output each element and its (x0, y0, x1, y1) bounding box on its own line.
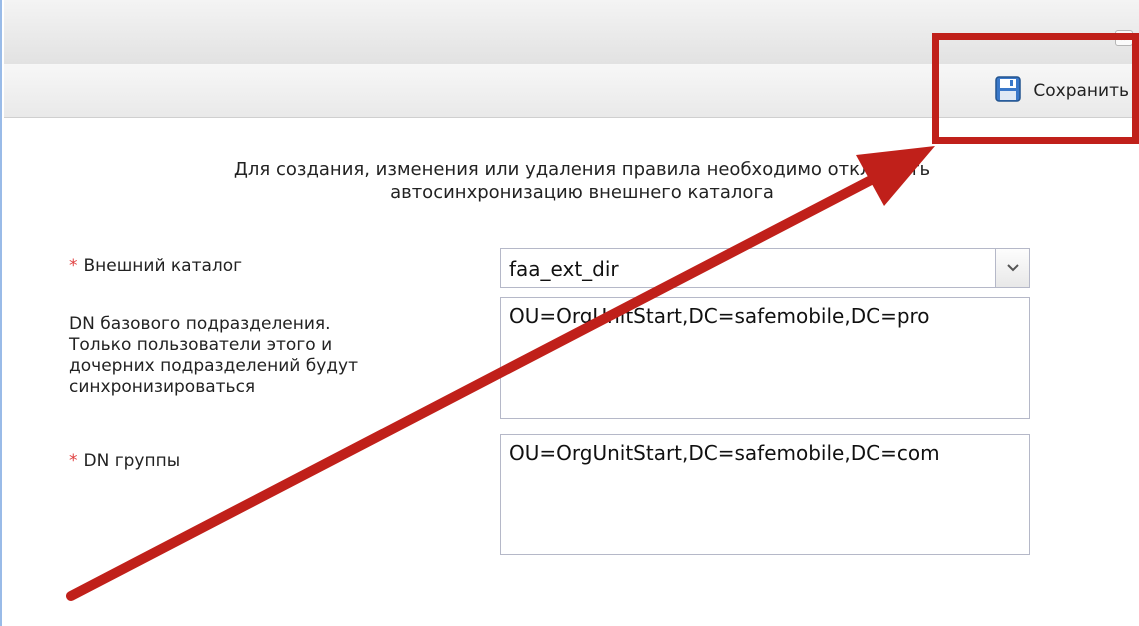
required-marker: * (69, 256, 78, 276)
group-dn-label: * DN группы (69, 451, 180, 472)
save-button[interactable]: Сохранить (995, 75, 1129, 107)
base-dn-label: DN базового подразделения. Только пользо… (69, 314, 358, 398)
base-dn-label-line-4: синхронизироваться (69, 377, 256, 397)
sync-notice-line-2: автосинхронизацию внешнего каталога (390, 182, 774, 203)
sync-notice-line-1: Для создания, изменения или удаления пра… (233, 159, 931, 180)
floppy-disk-icon (995, 75, 1022, 107)
chevron-down-icon[interactable] (995, 249, 1029, 287)
save-button-label: Сохранить (1033, 81, 1129, 101)
external-catalog-select[interactable]: faa_ext_dir (500, 248, 1030, 288)
required-marker: * (69, 451, 78, 471)
external-catalog-label: * Внешний каталог (69, 256, 242, 277)
external-catalog-label-text: Внешний каталог (83, 256, 243, 276)
base-dn-textarea[interactable]: OU=OrgUnitStart,DC=safemobile,DC=pro (500, 297, 1030, 419)
base-dn-label-line-3: дочерних подразделений будут (69, 356, 359, 376)
collapse-panel-button[interactable]: » (1115, 30, 1133, 46)
group-dn-label-text: DN группы (83, 451, 181, 471)
rule-edit-window: » Сохранить Для создания, изменения или … (0, 0, 1139, 626)
group-dn-textarea[interactable]: OU=OrgUnitStart,DC=safemobile,DC=com (500, 434, 1030, 555)
external-catalog-value: faa_ext_dir (509, 257, 619, 281)
base-dn-label-line-1: DN базового подразделения. (69, 314, 331, 334)
window-titlebar: » (4, 0, 1139, 65)
base-dn-label-line-2: Только пользователи этого и (69, 335, 333, 355)
sync-notice: Для создания, изменения или удаления пра… (92, 158, 1072, 204)
toolbar: Сохранить (4, 64, 1139, 118)
